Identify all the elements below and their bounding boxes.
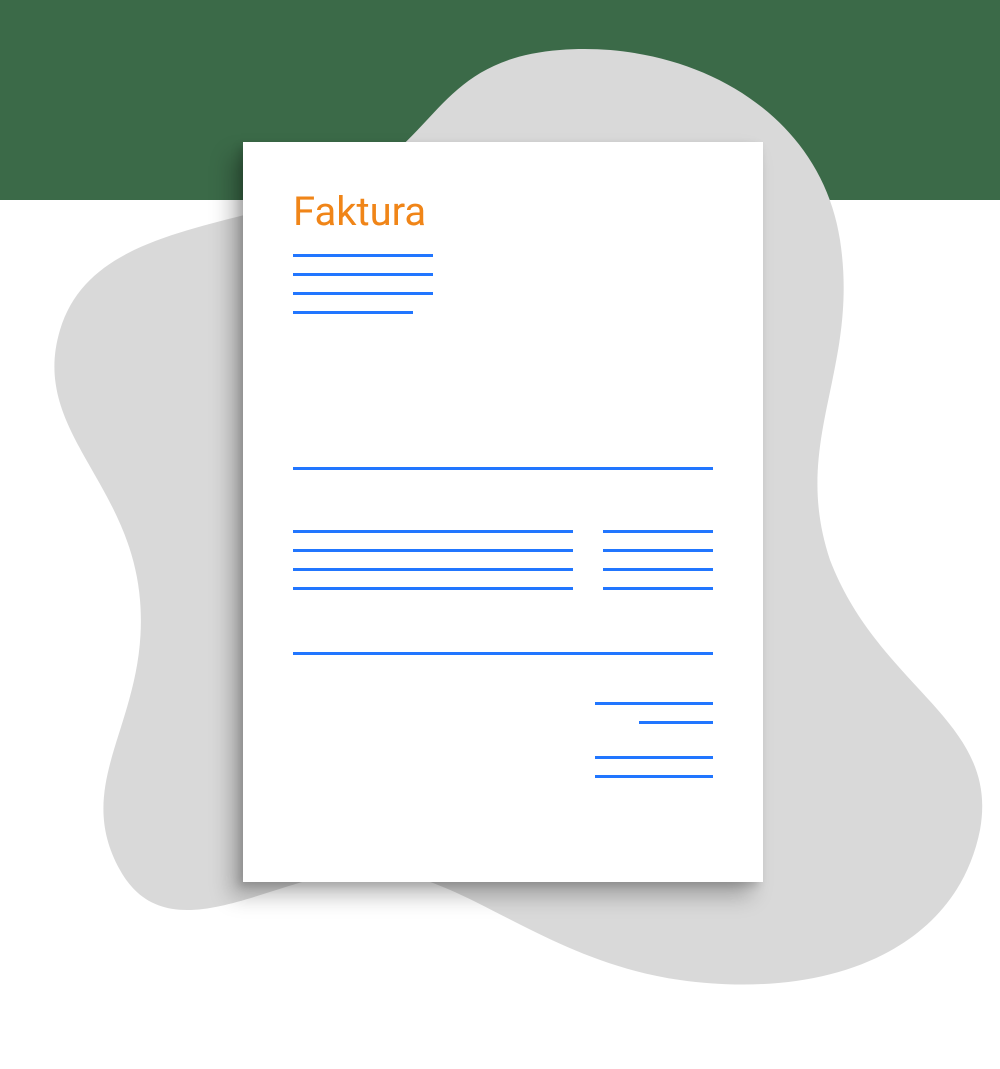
totals-line-4 — [595, 775, 713, 778]
invoice-document: Faktura — [243, 142, 763, 882]
header-line-4 — [293, 311, 413, 314]
body-right-line-3 — [603, 568, 713, 571]
document-title: Faktura — [293, 188, 426, 235]
body-left-line-3 — [293, 568, 573, 571]
header-line-2 — [293, 273, 433, 276]
divider-line-bottom — [293, 652, 713, 655]
body-left-line-4 — [293, 587, 573, 590]
body-right-line-2 — [603, 549, 713, 552]
header-line-3 — [293, 292, 433, 295]
header-line-1 — [293, 254, 433, 257]
totals-line-1 — [595, 702, 713, 705]
body-left-line-1 — [293, 530, 573, 533]
totals-line-3 — [595, 756, 713, 759]
body-right-line-1 — [603, 530, 713, 533]
body-right-line-4 — [603, 587, 713, 590]
body-left-line-2 — [293, 549, 573, 552]
totals-line-2 — [639, 721, 713, 724]
divider-line-top — [293, 467, 713, 470]
